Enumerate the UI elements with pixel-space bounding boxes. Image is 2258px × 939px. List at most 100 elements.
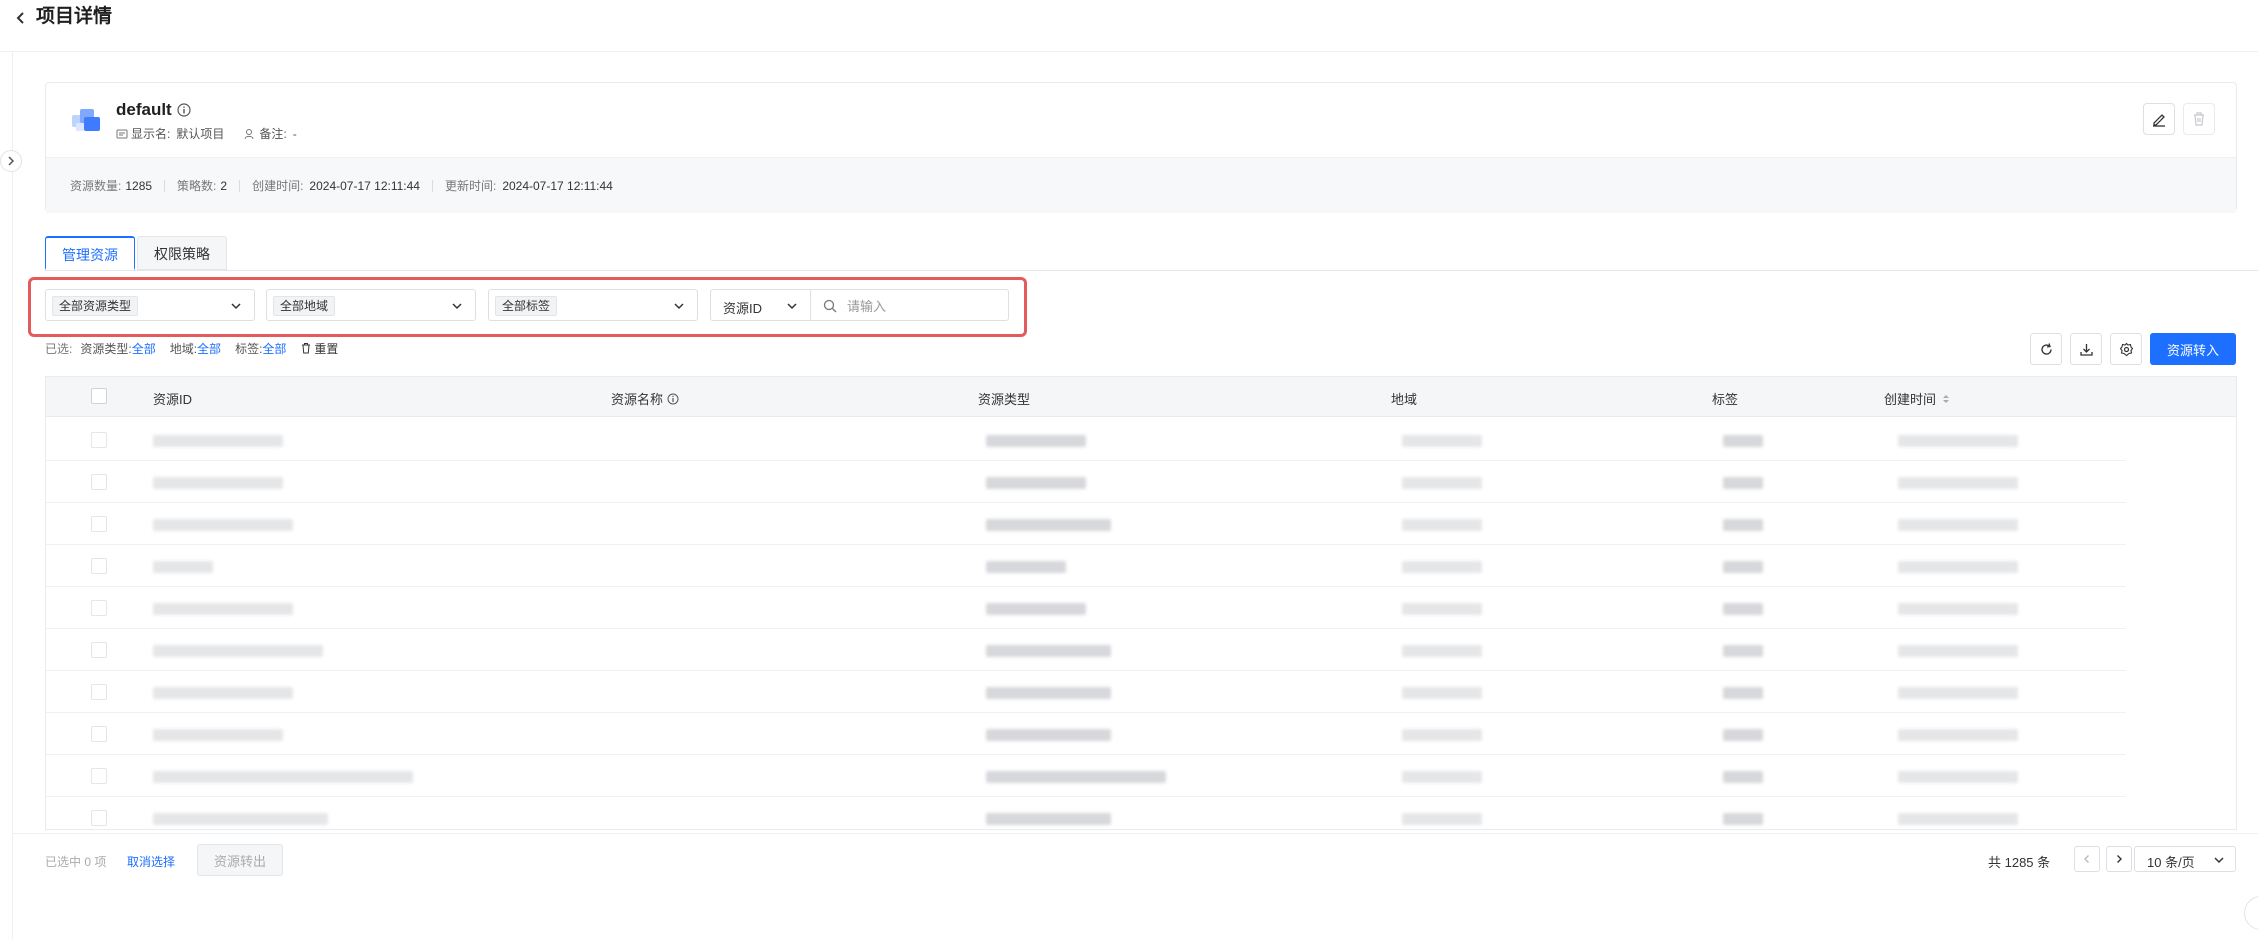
row-checkbox[interactable] bbox=[91, 642, 107, 658]
info-icon[interactable] bbox=[177, 103, 191, 117]
info-icon[interactable] bbox=[667, 393, 679, 405]
remark-icon bbox=[244, 128, 254, 139]
redacted-cell bbox=[1723, 771, 1763, 783]
page-title: 项目详情 bbox=[36, 6, 113, 27]
table-row[interactable] bbox=[46, 461, 2126, 503]
col-created-time[interactable]: 创建时间 bbox=[1884, 389, 1952, 408]
policy-count-value: 2 bbox=[220, 178, 228, 193]
updated-time-value: 2024-07-17 12:11:44 bbox=[502, 178, 613, 193]
row-checkbox[interactable] bbox=[91, 432, 107, 448]
table-row[interactable] bbox=[46, 671, 2126, 713]
row-checkbox[interactable] bbox=[91, 558, 107, 574]
redacted-cell bbox=[1898, 729, 2018, 741]
table-row[interactable] bbox=[46, 503, 2126, 545]
redacted-cell bbox=[1723, 729, 1763, 741]
resource-type-chip: 全部资源类型 bbox=[52, 296, 139, 316]
chevron-down-icon bbox=[231, 303, 241, 310]
settings-button[interactable] bbox=[2110, 333, 2142, 365]
tab-permission-policies[interactable]: 权限策略 bbox=[137, 236, 227, 270]
gear-icon bbox=[2119, 342, 2133, 356]
table-row[interactable] bbox=[46, 755, 2126, 797]
col-resource-name: 资源名称 bbox=[611, 389, 679, 408]
table-row[interactable] bbox=[46, 713, 2126, 755]
project-name: default bbox=[116, 100, 172, 119]
redacted-cell bbox=[1723, 645, 1763, 657]
summary-tag-value[interactable]: 全部 bbox=[262, 340, 286, 357]
display-name-icon bbox=[116, 129, 128, 138]
trash-icon bbox=[302, 343, 311, 354]
redacted-cell bbox=[1898, 519, 2018, 531]
redacted-cell bbox=[1402, 645, 1482, 657]
sidebar-expand-button[interactable] bbox=[0, 150, 22, 172]
reset-filters-button[interactable]: 重置 bbox=[300, 340, 338, 357]
col-resource-id: 资源ID bbox=[153, 392, 193, 407]
resource-count-label: 资源数量: bbox=[70, 179, 122, 193]
redacted-cell bbox=[1898, 687, 2018, 699]
project-cube-icon bbox=[72, 109, 100, 131]
redacted-cell bbox=[1898, 645, 2018, 657]
summary-resource-type-value[interactable]: 全部 bbox=[132, 340, 156, 357]
next-page-button[interactable] bbox=[2106, 846, 2132, 872]
redacted-cell bbox=[153, 813, 328, 825]
download-button[interactable] bbox=[2070, 333, 2102, 365]
redacted-cell bbox=[1723, 813, 1763, 825]
redacted-cell bbox=[986, 561, 1066, 573]
tag-select[interactable]: 全部标签 bbox=[488, 289, 698, 321]
resource-type-select[interactable]: 全部资源类型 bbox=[45, 289, 255, 321]
delete-project-button[interactable] bbox=[2183, 103, 2215, 135]
cancel-selection-link[interactable]: 取消选择 bbox=[127, 853, 175, 870]
prev-page-button[interactable] bbox=[2074, 846, 2100, 872]
total-count: 共 1285 条 bbox=[1988, 855, 2051, 870]
refresh-icon bbox=[2040, 342, 2052, 355]
table-row[interactable] bbox=[46, 587, 2126, 629]
row-checkbox[interactable] bbox=[91, 684, 107, 700]
reset-label: 重置 bbox=[314, 341, 339, 356]
col-tags: 标签 bbox=[1712, 392, 1739, 407]
page-size-select[interactable]: 10 条/页 bbox=[2134, 846, 2236, 872]
project-meta-row: 显示名: 默认项目 备注: - bbox=[116, 125, 297, 142]
updated-time-label: 更新时间: bbox=[444, 179, 497, 193]
search-box bbox=[810, 289, 1009, 321]
chevron-down-icon bbox=[787, 303, 797, 310]
table-row[interactable] bbox=[46, 545, 2126, 587]
redacted-cell bbox=[1898, 435, 2018, 447]
project-stats: 资源数量: 1285 策略数: 2 创建时间: 2024-07-17 12:11… bbox=[70, 177, 613, 194]
table-row[interactable] bbox=[46, 797, 2126, 829]
row-checkbox[interactable] bbox=[91, 810, 107, 826]
project-stats-bar: 资源数量: 1285 策略数: 2 创建时间: 2024-07-17 12:11… bbox=[46, 157, 2236, 213]
filter-summary: 已选: 资源类型: 全部 地域: 全部 标签: 全部 重置 bbox=[45, 340, 338, 356]
select-all-checkbox[interactable] bbox=[91, 388, 107, 404]
table-row[interactable] bbox=[46, 419, 2126, 461]
back-button[interactable] bbox=[14, 8, 30, 28]
redacted-cell bbox=[153, 645, 323, 657]
transfer-in-button[interactable]: 资源转入 bbox=[2150, 333, 2236, 365]
left-rail bbox=[12, 52, 13, 939]
search-input[interactable] bbox=[847, 296, 997, 316]
summary-region-value[interactable]: 全部 bbox=[197, 340, 221, 357]
row-checkbox[interactable] bbox=[91, 600, 107, 616]
chevron-right-icon bbox=[8, 156, 15, 166]
row-checkbox[interactable] bbox=[91, 768, 107, 784]
redacted-cell bbox=[986, 771, 1166, 783]
redacted-cell bbox=[1723, 435, 1763, 447]
transfer-out-button[interactable]: 资源转出 bbox=[197, 844, 283, 876]
remark-value: - bbox=[292, 126, 297, 141]
search-field-select[interactable]: 资源ID bbox=[710, 289, 810, 321]
download-icon bbox=[2079, 343, 2093, 356]
row-checkbox[interactable] bbox=[91, 516, 107, 532]
tab-manage-resources[interactable]: 管理资源 bbox=[45, 236, 135, 270]
help-button[interactable] bbox=[2244, 896, 2258, 930]
row-checkbox[interactable] bbox=[91, 726, 107, 742]
redacted-cell bbox=[1402, 687, 1482, 699]
summary-tag-label: 标签: bbox=[235, 341, 263, 356]
table-row[interactable] bbox=[46, 629, 2126, 671]
chevron-down-icon bbox=[2214, 857, 2224, 864]
redacted-cell bbox=[1402, 477, 1482, 489]
col-region: 地域 bbox=[1391, 392, 1418, 407]
row-checkbox[interactable] bbox=[91, 474, 107, 490]
redacted-cell bbox=[986, 813, 1111, 825]
region-select[interactable]: 全部地域 bbox=[266, 289, 476, 321]
edit-project-button[interactable] bbox=[2143, 103, 2175, 135]
redacted-cell bbox=[1402, 813, 1482, 825]
refresh-button[interactable] bbox=[2030, 333, 2062, 365]
